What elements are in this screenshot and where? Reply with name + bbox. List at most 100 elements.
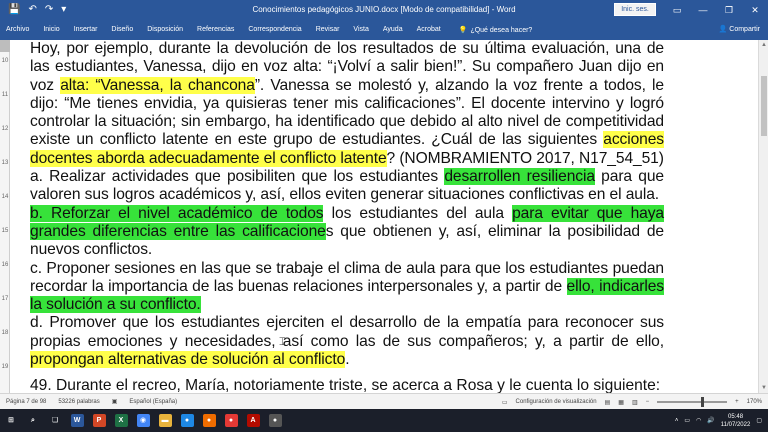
taskbar-word-icon[interactable]: W <box>66 409 88 432</box>
taskbar-start-icon[interactable]: ⊞ <box>0 409 22 432</box>
chevron-up-icon[interactable]: ˄ <box>675 418 679 424</box>
minimize-icon[interactable]: — <box>690 0 716 20</box>
highlighted-text: b. Reforzar el nivel académico de todos <box>30 204 324 222</box>
ribbon-tabs: Archivo Inicio Insertar Diseño Disposici… <box>0 20 768 40</box>
ribbon-display-icon[interactable]: ▭ <box>664 0 690 20</box>
tab-vista[interactable]: Vista <box>353 20 376 40</box>
display-settings-label[interactable]: Configuración de visualización <box>516 399 597 405</box>
share-button[interactable]: 👤 Compartir <box>719 20 760 40</box>
taskbar-excel-icon[interactable]: X <box>110 409 132 432</box>
sign-in-button[interactable]: Inic. ses. <box>614 3 656 16</box>
taskbar-apps: ⊞ ⌕ ❏ W P X ◉ ▬ ● ● ● A ● <box>0 409 286 432</box>
taskbar-search-icon[interactable]: ⌕ <box>22 409 44 432</box>
tab-diseno[interactable]: Diseño <box>111 20 141 40</box>
save-icon[interactable]: 💾 <box>8 0 20 20</box>
zoom-out-icon[interactable]: − <box>646 399 650 405</box>
taskbar-explorer-icon[interactable]: ▬ <box>154 409 176 432</box>
person-icon: 👤 <box>718 26 728 33</box>
title-bar: 💾 ↶ ↷ ▾ Conocimientos pedagógicos JUNIO.… <box>0 0 768 20</box>
restore-icon[interactable]: ❐ <box>716 0 742 20</box>
text-run: d. Promover que los estudiantes ejercite… <box>30 314 664 350</box>
option-b: b. Reforzar el nivel académico de todos … <box>30 204 664 260</box>
tab-disposicion[interactable]: Disposición <box>147 20 191 40</box>
language-indicator[interactable]: Español (España) <box>129 399 177 405</box>
tab-archivo[interactable]: Archivo <box>6 20 37 40</box>
web-layout-icon[interactable]: ▥ <box>632 399 638 406</box>
excel-glyph: X <box>114 414 128 427</box>
lightbulb-icon: 💡 <box>458 27 468 34</box>
ruler-number: 18 <box>1 330 9 336</box>
option-c: c. Proponer sesiones en las que se traba… <box>30 260 664 315</box>
scrollbar-thumb[interactable] <box>761 76 767 136</box>
zoom-level[interactable]: 170% <box>747 399 762 405</box>
taskbar-app-orange-icon[interactable]: ● <box>198 409 220 432</box>
start-glyph: ⊞ <box>8 417 14 424</box>
tab-inicio[interactable]: Inicio <box>43 20 67 40</box>
vertical-ruler[interactable]: 10 11 12 13 14 15 16 17 18 19 <box>0 40 10 393</box>
ruler-number: 13 <box>1 160 9 166</box>
document-page[interactable]: Hoy, por ejemplo, durante la devolución … <box>30 40 664 369</box>
notifications-icon[interactable]: ▢ <box>756 417 762 424</box>
tab-acrobat[interactable]: Acrobat <box>417 20 449 40</box>
tab-revisar[interactable]: Revisar <box>316 20 348 40</box>
taskbar-chrome-icon[interactable]: ◉ <box>132 409 154 432</box>
powerpoint-glyph: P <box>92 414 106 427</box>
tab-insertar[interactable]: Insertar <box>74 20 106 40</box>
clock-time: 05:48 <box>728 413 744 420</box>
zoom-slider-thumb[interactable] <box>701 397 705 407</box>
ruler-number: 16 <box>1 262 9 268</box>
window-controls: ▭ — ❐ ✕ <box>664 0 768 20</box>
question-stem: Hoy, por ejemplo, durante la devolución … <box>30 40 664 168</box>
clock[interactable]: 05:48 11/07/2022 <box>721 413 751 429</box>
wifi-icon[interactable]: ◠ <box>696 417 701 424</box>
customize-qat-icon[interactable]: ▾ <box>61 0 66 20</box>
taskbar-app-blue-icon[interactable]: ● <box>176 409 198 432</box>
app-red-glyph: ● <box>224 414 238 427</box>
taskbar-powerpoint-icon[interactable]: P <box>88 409 110 432</box>
undo-icon[interactable]: ↶ <box>28 0 36 20</box>
acrobat-glyph: A <box>246 414 260 427</box>
text-run: . <box>345 351 350 369</box>
tab-referencias[interactable]: Referencias <box>197 20 242 40</box>
proofing-icon[interactable]: ▣ <box>112 398 118 405</box>
search-glyph: ⌕ <box>31 417 35 424</box>
ruler-margin-top <box>0 40 10 52</box>
scroll-up-icon[interactable]: ▲ <box>759 42 768 48</box>
display-settings-icon[interactable]: ▭ <box>502 399 508 406</box>
taskbar-acrobat-icon[interactable]: A <box>242 409 264 432</box>
print-layout-icon[interactable]: ▦ <box>618 399 624 406</box>
redo-icon[interactable]: ↷ <box>45 0 53 20</box>
tell-me-placeholder: ¿Qué desea hacer? <box>470 26 533 34</box>
status-bar: Página 7 de 98 53226 palabras ▣ Español … <box>0 393 768 409</box>
text-run: ? (NOMBRAMIENTO 2017, N17_54_51) <box>386 149 664 167</box>
document-canvas[interactable]: Hoy, por ejemplo, durante la devolución … <box>10 40 758 393</box>
close-icon[interactable]: ✕ <box>742 0 768 20</box>
zoom-slider[interactable] <box>657 397 728 407</box>
read-mode-icon[interactable]: ▤ <box>605 399 611 406</box>
ruler-number: 14 <box>1 194 9 200</box>
word-count[interactable]: 53226 palabras <box>58 399 99 405</box>
vertical-scrollbar[interactable]: ▲ ▼ <box>758 40 768 393</box>
page-count[interactable]: Página 7 de 98 <box>6 399 46 405</box>
scroll-down-icon[interactable]: ▼ <box>759 385 768 391</box>
app-blue-glyph: ● <box>180 414 194 427</box>
tab-correspondencia[interactable]: Correspondencia <box>248 20 309 40</box>
taskbar-app-dark-icon[interactable]: ● <box>264 409 286 432</box>
share-label: Compartir <box>729 26 760 33</box>
tab-ayuda[interactable]: Ayuda <box>383 20 411 40</box>
zoom-in-icon[interactable]: + <box>735 399 739 405</box>
clock-date: 11/07/2022 <box>720 421 751 428</box>
volume-icon[interactable]: 🔊 <box>707 417 714 424</box>
app-dark-glyph: ● <box>268 414 282 427</box>
taskbar-app-red-icon[interactable]: ● <box>220 409 242 432</box>
taskbar-taskview-icon[interactable]: ❏ <box>44 409 66 432</box>
status-right: ▭ Configuración de visualización ▤ ▦ ▥ −… <box>502 394 762 410</box>
taskview-glyph: ❏ <box>51 417 59 424</box>
tell-me-search[interactable]: 💡 ¿Qué desea hacer? <box>458 26 533 35</box>
highlighted-text: desarrollen resiliencia <box>444 168 595 186</box>
next-question-text: 49. Durante el recreo, María, notoriamen… <box>30 377 661 393</box>
battery-icon[interactable]: ▭ <box>684 417 690 424</box>
ruler-number: 15 <box>1 228 9 234</box>
quick-access-toolbar: 💾 ↶ ↷ ▾ <box>0 0 130 20</box>
explorer-glyph: ▬ <box>158 414 172 427</box>
